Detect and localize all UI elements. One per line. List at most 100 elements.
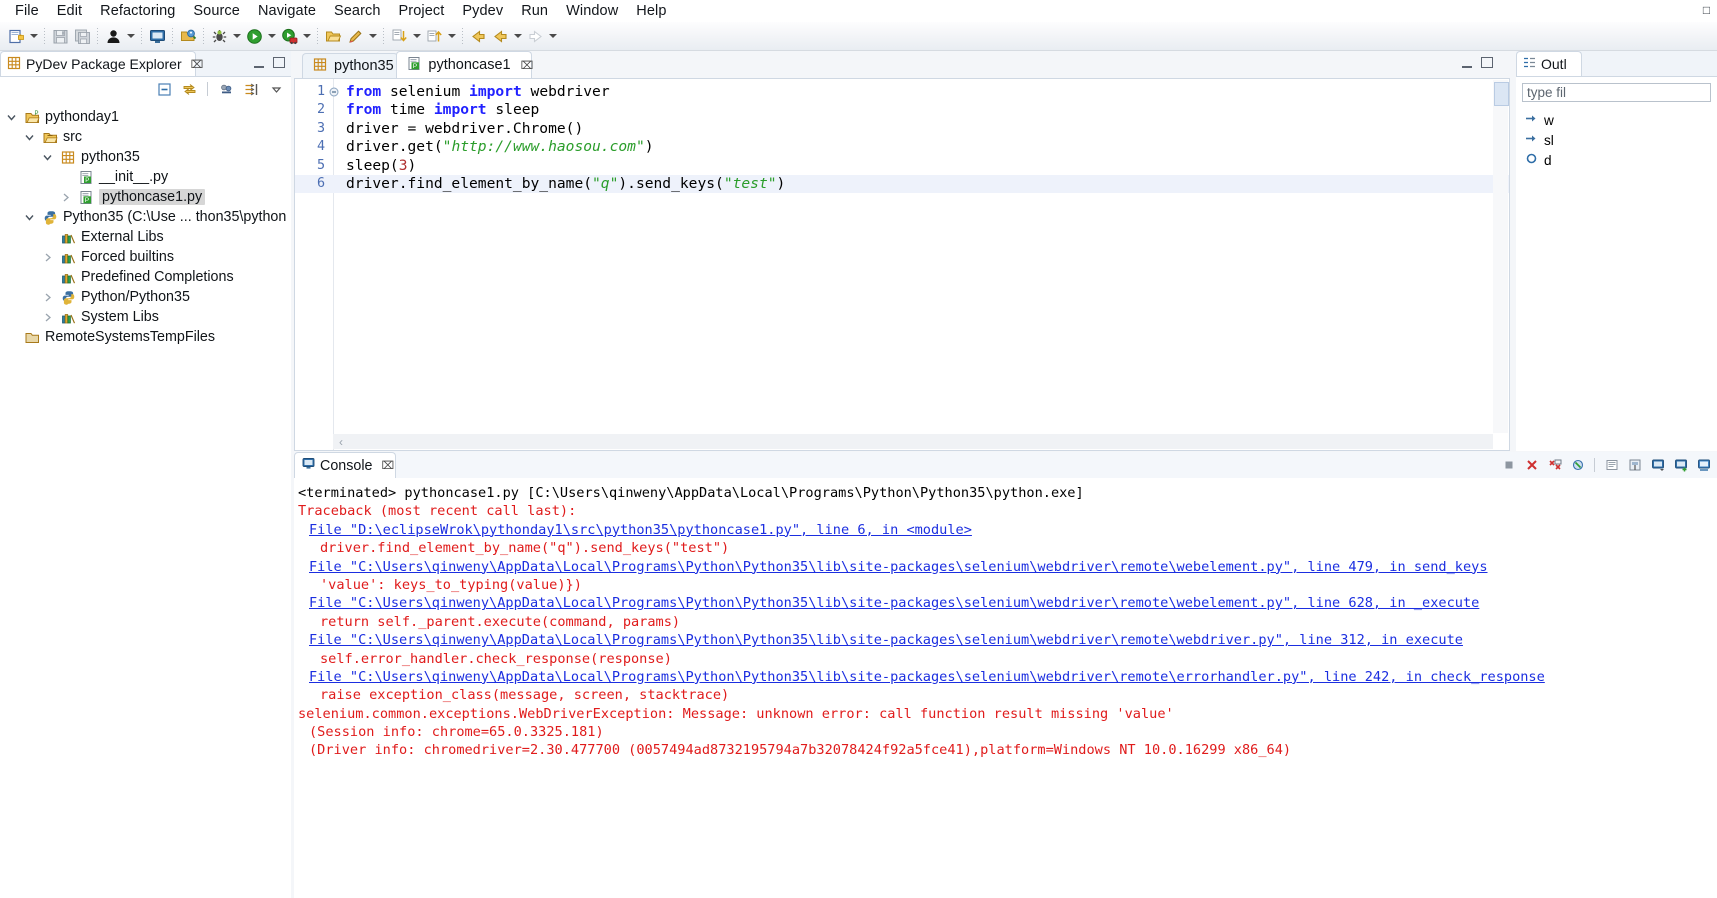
editor-horizontal-scrollbar[interactable]: ‹ <box>333 434 1493 449</box>
debug-icon[interactable] <box>208 25 230 47</box>
open-folder-icon[interactable] <box>322 25 344 47</box>
tree-item-predefined-completions[interactable]: Predefined Completions <box>0 267 291 287</box>
close-icon[interactable]: ⌧ <box>191 58 204 71</box>
chevron-down-icon[interactable] <box>4 112 19 123</box>
outline-filter-input[interactable]: type fil <box>1522 83 1711 102</box>
terminate-icon[interactable] <box>1499 455 1518 474</box>
editor-vertical-scrollbar[interactable] <box>1493 80 1509 433</box>
chevron-down-icon[interactable] <box>445 25 458 47</box>
close-icon[interactable]: ⌧ <box>381 459 394 472</box>
scroll-lock-icon[interactable] <box>1602 455 1621 474</box>
code-line[interactable]: 1 from selenium import webdriver <box>295 83 1509 101</box>
menu-item-file[interactable]: File <box>6 2 48 20</box>
open-type-icon[interactable] <box>177 25 199 47</box>
console-traceback-link[interactable]: File "D:\eclipseWrok\pythonday1\src\pyth… <box>298 521 1717 539</box>
menu-item-help[interactable]: Help <box>627 2 675 20</box>
tree-item-pythonday1[interactable]: Ppythonday1 <box>0 107 291 127</box>
chevron-right-icon[interactable] <box>40 292 55 303</box>
outline-item[interactable]: sl <box>1516 130 1717 150</box>
chevron-down-icon[interactable] <box>410 25 423 47</box>
word-wrap-icon[interactable] <box>1694 455 1713 474</box>
tab-pydev-package-explorer[interactable]: PyDev Package Explorer ⌧ <box>0 51 203 76</box>
minimize-editor-button[interactable] <box>1462 56 1472 68</box>
back-icon[interactable] <box>467 25 489 47</box>
chevron-down-icon[interactable] <box>300 25 313 47</box>
scrollbar-thumb[interactable] <box>1494 82 1509 106</box>
chevron-right-icon[interactable] <box>40 312 55 323</box>
console-icon[interactable] <box>146 25 168 47</box>
coverage-icon[interactable] <box>278 25 300 47</box>
console-traceback-link[interactable]: File "C:\Users\qinweny\AppData\Local\Pro… <box>298 631 1717 649</box>
menu-item-project[interactable]: Project <box>390 2 454 20</box>
forward-arrow-icon[interactable] <box>524 25 546 47</box>
code-line[interactable]: 5 sleep(3) <box>295 157 1509 175</box>
chevron-down-icon[interactable] <box>546 25 559 47</box>
chevron-down-icon[interactable] <box>366 25 379 47</box>
display-selected-console-icon[interactable] <box>1648 455 1667 474</box>
focus-icon[interactable] <box>242 80 260 98</box>
editor-tab-pythoncase1[interactable]: Ppythoncase1 ⌧ <box>396 51 534 78</box>
tab-outline[interactable]: Outl <box>1516 51 1582 76</box>
console-traceback-link[interactable]: File "C:\Users\qinweny\AppData\Local\Pro… <box>298 668 1717 686</box>
outline-item[interactable]: w <box>1516 110 1717 130</box>
code-line[interactable]: 4 driver.get("http://www.haosou.com") <box>295 138 1509 156</box>
console-traceback-link[interactable]: File "C:\Users\qinweny\AppData\Local\Pro… <box>298 558 1717 576</box>
filter-icon[interactable] <box>217 80 235 98</box>
tree-item-init-py[interactable]: P __init__.py <box>0 167 291 187</box>
tree-item-pythoncase1-py[interactable]: Ppythoncase1.py <box>0 187 291 207</box>
menu-item-source[interactable]: Source <box>184 2 249 20</box>
chevron-down-icon[interactable] <box>40 152 55 163</box>
new-file-icon[interactable] <box>5 25 27 47</box>
tree-item-python-python35[interactable]: Python/Python35 <box>0 287 291 307</box>
forward-icon[interactable] <box>489 25 511 47</box>
menu-item-search[interactable]: Search <box>325 2 390 20</box>
menu-item-window[interactable]: Window <box>557 2 627 20</box>
chevron-right-icon[interactable] <box>40 252 55 263</box>
code-editor[interactable]: 1 from selenium import webdriver 2 from tim… <box>294 78 1510 451</box>
previous-annotation-icon[interactable] <box>423 25 445 47</box>
menu-item-refactoring[interactable]: Refactoring <box>91 2 184 20</box>
tree-item-src[interactable]: src <box>0 127 291 147</box>
run-icon[interactable] <box>243 25 265 47</box>
code-line[interactable]: 2 from time import sleep <box>295 101 1509 119</box>
chevron-down-icon[interactable] <box>27 25 40 47</box>
tree-item-forced-builtins[interactable]: Forced builtins <box>0 247 291 267</box>
chevron-down-icon[interactable] <box>230 25 243 47</box>
chevron-down-icon[interactable] <box>511 25 524 47</box>
console-traceback-link[interactable]: File "C:\Users\qinweny\AppData\Local\Pro… <box>298 594 1717 612</box>
menu-item-run[interactable]: Run <box>512 2 557 20</box>
tree-item-python35[interactable]: python35 <box>0 147 291 167</box>
remove-launch-icon[interactable] <box>1522 455 1541 474</box>
menu-item-navigate[interactable]: Navigate <box>249 2 325 20</box>
tab-console[interactable]: Console ⌧ <box>294 452 396 478</box>
chevron-right-icon[interactable] <box>58 192 73 203</box>
chevron-down-icon[interactable] <box>265 25 278 47</box>
maximize-editor-button[interactable] <box>1481 56 1493 68</box>
save-all-icon[interactable] <box>71 25 93 47</box>
minimize-panel-button[interactable] <box>254 56 264 68</box>
code-line[interactable]: 6 driver.find_element_by_name("q").send_k… <box>295 174 1509 194</box>
view-menu-icon[interactable] <box>267 80 285 98</box>
code-line[interactable]: 3 driver = webdriver.Chrome() <box>295 120 1509 138</box>
restore-window-button[interactable]: □ <box>1698 1 1715 18</box>
next-annotation-icon[interactable] <box>388 25 410 47</box>
link-with-editor-icon[interactable] <box>180 80 198 98</box>
close-icon[interactable]: ⌧ <box>521 59 534 72</box>
editor-tab-python35[interactable]: python35 <box>302 53 399 78</box>
tree-item-external-libs[interactable]: External Libs <box>0 227 291 247</box>
tree-item-remotesystemstempfiles[interactable]: RemoteSystemsTempFiles <box>0 327 291 347</box>
fold-collapse-icon[interactable] <box>328 87 340 97</box>
person-icon[interactable] <box>102 25 124 47</box>
tree-item-system-libs[interactable]: System Libs <box>0 307 291 327</box>
clear-console-icon[interactable] <box>1568 455 1587 474</box>
save-icon[interactable] <box>49 25 71 47</box>
maximize-panel-button[interactable] <box>273 56 285 68</box>
pin-console-icon[interactable] <box>1625 455 1644 474</box>
scroll-left-icon[interactable]: ‹ <box>333 435 349 449</box>
menu-item-pydev[interactable]: Pydev <box>453 2 512 20</box>
console-output[interactable]: <terminated> pythoncase1.py [C:\Users\qi… <box>294 478 1717 898</box>
chevron-down-icon[interactable] <box>22 132 37 143</box>
outline-item[interactable]: d <box>1516 150 1717 170</box>
pencil-icon[interactable] <box>344 25 366 47</box>
chevron-down-icon[interactable] <box>22 212 37 223</box>
